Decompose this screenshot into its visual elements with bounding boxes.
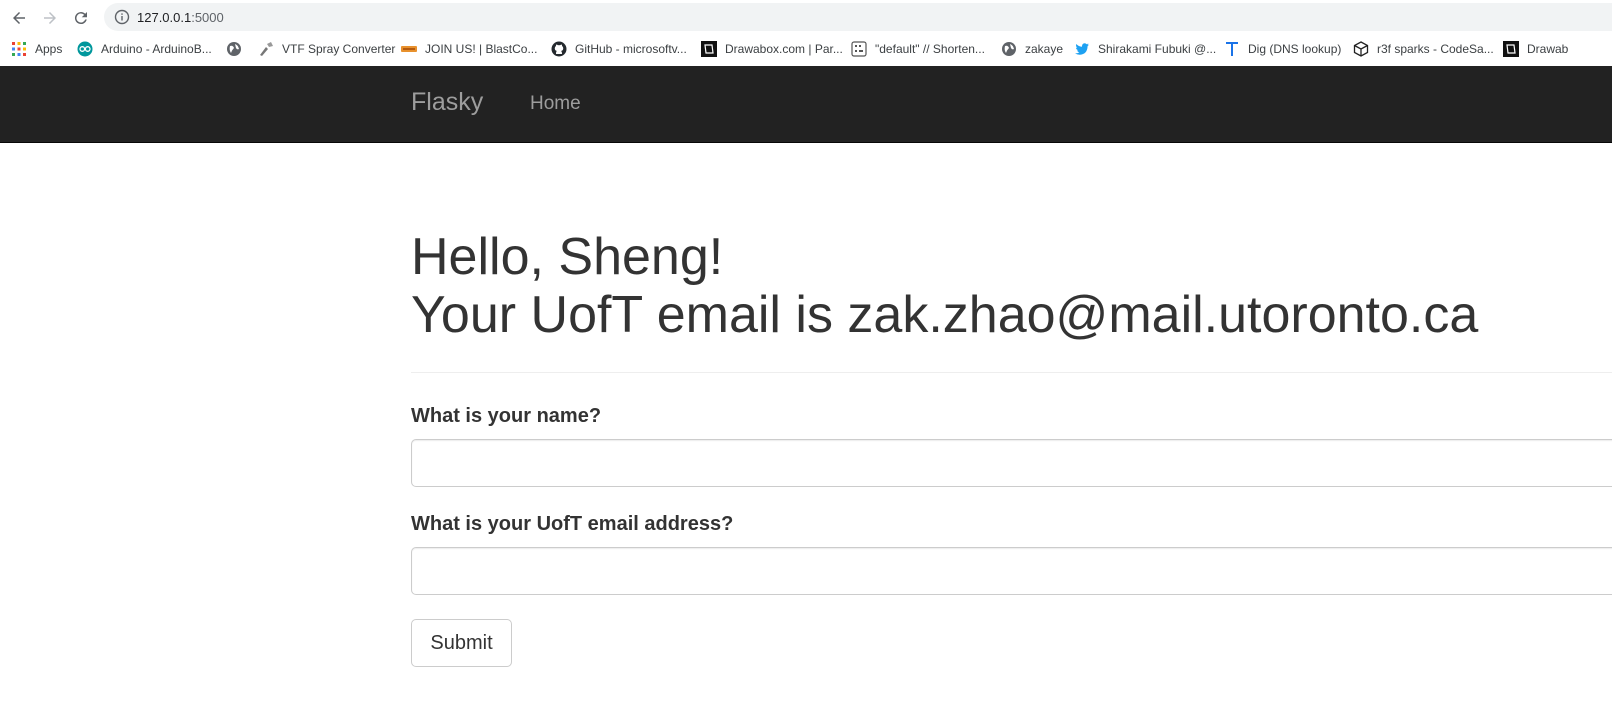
bookmark-drawabox-2[interactable]: Drawab xyxy=(1503,39,1568,59)
bookmark-vtf-spray[interactable]: VTF Spray Converter xyxy=(258,39,395,59)
bookmark-label: zakaye xyxy=(1025,42,1064,56)
email-input[interactable] xyxy=(411,547,1612,595)
bookmark-arduino[interactable]: Arduino - ArduinoB... xyxy=(77,39,212,59)
name-input[interactable] xyxy=(411,439,1612,487)
bookmark-dig[interactable]: Dig (DNS lookup) xyxy=(1224,39,1341,59)
bookmark-globe[interactable] xyxy=(226,39,250,59)
forward-arrow-icon xyxy=(44,12,56,24)
bookmark-label: Shirakami Fubuki @... xyxy=(1098,42,1217,56)
bookmark-github[interactable]: GitHub - microsoftv... xyxy=(551,39,687,59)
bookmark-apps[interactable]: Apps xyxy=(11,39,62,59)
twitter-icon xyxy=(1074,41,1090,57)
codesandbox-icon xyxy=(1353,41,1369,57)
bookmark-codesandbox[interactable]: r3f sparks - CodeSa... xyxy=(1353,39,1494,59)
apps-grid-icon xyxy=(11,41,27,57)
bookmark-label: GitHub - microsoftv... xyxy=(575,42,687,56)
address-bar-row: 127.0.0.1:5000 xyxy=(0,0,1612,34)
bookmarks-bar: Apps Arduino - ArduinoB... VTF Spray Con… xyxy=(0,34,1612,64)
bookmark-label: Drawab xyxy=(1527,42,1569,56)
bookmark-label: r3f sparks - CodeSa... xyxy=(1377,42,1494,56)
nav-home-link[interactable]: Home xyxy=(530,93,581,115)
shorten-icon xyxy=(851,41,867,57)
submit-button[interactable]: Submit xyxy=(411,619,512,667)
spray-icon xyxy=(258,41,274,57)
bookmark-label: VTF Spray Converter xyxy=(282,42,396,56)
back-arrow-icon xyxy=(13,12,25,24)
bookmark-blastco[interactable]: JOIN US! | BlastCo... xyxy=(401,39,537,59)
github-icon xyxy=(551,41,567,57)
bookmark-drawabox[interactable]: Drawabox.com | Par... xyxy=(701,39,843,59)
bookmark-label: Arduino - ArduinoB... xyxy=(101,42,212,56)
email-heading: Your UofT email is zak.zhao@mail.utoront… xyxy=(411,286,1479,344)
bookmark-zakaye[interactable]: zakaye xyxy=(1001,39,1063,59)
name-label: What is your name? xyxy=(411,405,602,427)
browser-chrome: 127.0.0.1:5000 Apps Arduino - ArduinoB..… xyxy=(0,0,1612,66)
arduino-icon xyxy=(77,41,93,57)
bookmark-twitter[interactable]: Shirakami Fubuki @... xyxy=(1074,39,1216,59)
greeting-heading: Hello, Sheng! xyxy=(411,228,724,286)
reload-icon xyxy=(74,12,87,25)
blast-icon xyxy=(401,41,417,57)
t-letter-icon xyxy=(1224,41,1240,57)
bookmark-label: Drawabox.com | Par... xyxy=(725,42,843,56)
bookmark-label: JOIN US! | BlastCo... xyxy=(425,42,538,56)
drawabox-icon xyxy=(1503,41,1519,57)
drawabox-icon xyxy=(701,41,717,57)
omnibox[interactable]: 127.0.0.1:5000 xyxy=(104,3,1612,31)
site-info-icon[interactable] xyxy=(114,9,130,25)
top-navbar: Flasky Home xyxy=(0,66,1612,143)
reload-button[interactable] xyxy=(70,7,92,29)
back-button[interactable] xyxy=(8,7,30,29)
globe-icon xyxy=(226,41,242,57)
url-text: 127.0.0.1:5000 xyxy=(137,10,224,25)
forward-button[interactable] xyxy=(39,7,61,29)
email-label: What is your UofT email address? xyxy=(411,513,734,535)
url-port: :5000 xyxy=(191,10,224,25)
bookmark-label: Apps xyxy=(35,42,63,56)
globe-icon xyxy=(1001,41,1017,57)
bookmark-label: Dig (DNS lookup) xyxy=(1248,42,1342,56)
bookmark-shorten[interactable]: "default" // Shorten... xyxy=(851,39,985,59)
bookmark-label: "default" // Shorten... xyxy=(875,42,985,56)
url-host: 127.0.0.1 xyxy=(137,10,192,25)
navbar-brand[interactable]: Flasky xyxy=(411,88,483,117)
page-header: Hello, Sheng! Your UofT email is zak.zha… xyxy=(411,228,1612,373)
